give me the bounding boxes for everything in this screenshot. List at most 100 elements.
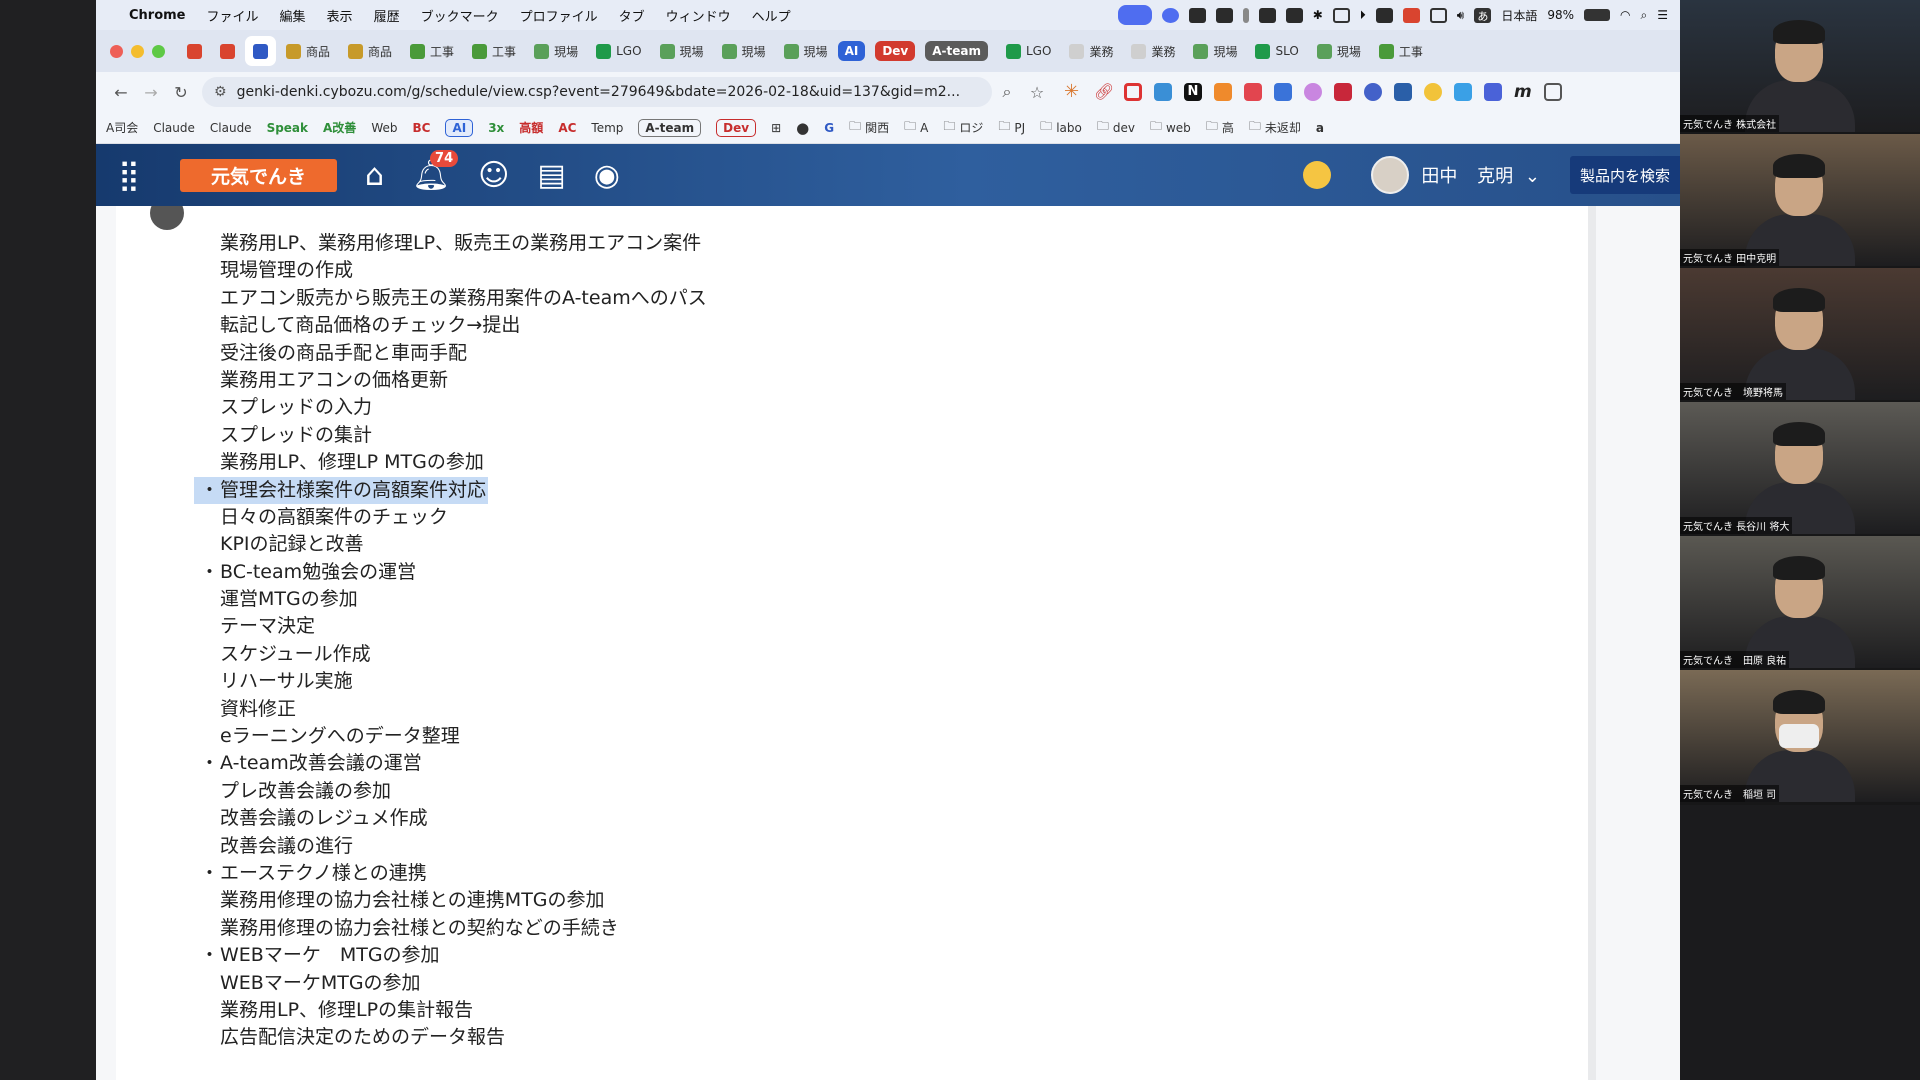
tab-7[interactable]: 現場 bbox=[526, 36, 586, 66]
tab-group-a-team[interactable]: A-team bbox=[925, 41, 988, 61]
tab-group-dev[interactable]: Dev bbox=[875, 41, 916, 61]
tab-group-ai[interactable]: AI bbox=[837, 41, 866, 61]
m-ext-icon[interactable]: m bbox=[1514, 83, 1532, 101]
search-icon[interactable]: ⌕ bbox=[1641, 8, 1648, 23]
bookmark-folder-7[interactable]: 🗀 高 bbox=[1206, 117, 1234, 138]
battery-icon[interactable] bbox=[1584, 9, 1611, 21]
capture-icon[interactable] bbox=[1285, 7, 1303, 23]
link-ext-icon[interactable]: 🔗︎ bbox=[1094, 83, 1114, 101]
amazon-icon[interactable]: a bbox=[1316, 121, 1324, 135]
github-icon[interactable]: ● bbox=[796, 119, 809, 137]
control-center-icon[interactable]: ☰ bbox=[1657, 8, 1668, 22]
tab-after-6[interactable]: 工事 bbox=[1371, 36, 1431, 66]
bookmark-11[interactable]: Temp bbox=[591, 121, 623, 135]
zoom-app-icon[interactable] bbox=[1161, 7, 1179, 23]
compass-ext-icon[interactable] bbox=[1364, 83, 1382, 101]
arrow-icon[interactable] bbox=[1242, 7, 1249, 23]
bookmark-12[interactable]: A-team bbox=[638, 118, 702, 137]
tab-0[interactable] bbox=[179, 36, 210, 66]
tab-6[interactable]: 工事 bbox=[464, 36, 524, 66]
bookmark-ext-icon[interactable] bbox=[1454, 83, 1472, 101]
status-sun-icon[interactable] bbox=[1303, 161, 1332, 189]
tab-2[interactable] bbox=[245, 36, 276, 66]
bookmark-folder-2[interactable]: 🗀 ロジ bbox=[943, 117, 983, 138]
puzzle-ext-icon[interactable] bbox=[1544, 83, 1562, 101]
bluetooth-icon[interactable]: ✱ bbox=[1313, 8, 1323, 22]
yellow-ext-icon[interactable] bbox=[1424, 83, 1442, 101]
minimize-window-icon[interactable] bbox=[131, 44, 144, 58]
menu-item-tab[interactable]: タブ bbox=[619, 6, 645, 25]
bookmark-4[interactable]: A改善 bbox=[323, 119, 356, 136]
drive-icon[interactable] bbox=[1258, 7, 1276, 23]
user-name[interactable]: 田中 克明 ⌄ bbox=[1421, 162, 1540, 188]
tab-after-0[interactable]: LGO bbox=[998, 36, 1059, 66]
participant-tile[interactable]: 元気でんき 長谷川 将大 bbox=[1680, 402, 1920, 534]
back-icon[interactable]: ← bbox=[106, 83, 136, 102]
participant-tile[interactable]: 元気でんき 株式会社 bbox=[1680, 0, 1920, 132]
home-icon[interactable]: ⌂ bbox=[365, 158, 384, 193]
reload-icon[interactable]: ↻ bbox=[166, 83, 196, 102]
flag-ext-icon[interactable] bbox=[1244, 83, 1262, 101]
task-ext-icon[interactable] bbox=[1484, 83, 1502, 101]
bookmark-3[interactable]: Speak bbox=[267, 121, 308, 135]
menu-item-chrome[interactable]: Chrome bbox=[129, 8, 186, 23]
bookmark-7[interactable]: AI bbox=[445, 118, 474, 137]
menu-item-history[interactable]: 履歴 bbox=[374, 6, 400, 25]
url-bar[interactable]: ⚙ genki-denki.cybozu.com/g/schedule/view… bbox=[202, 77, 992, 107]
bookmark-8[interactable]: 3x bbox=[488, 121, 504, 135]
tab-4[interactable]: 商品 bbox=[340, 36, 400, 66]
bookmark-1[interactable]: Claude bbox=[153, 121, 195, 135]
g-bookmark-icon[interactable]: G bbox=[824, 121, 834, 135]
bookmark-9[interactable]: 高額 bbox=[519, 119, 543, 136]
tab-1[interactable] bbox=[212, 36, 243, 66]
bookmark-folder-5[interactable]: 🗀 dev bbox=[1097, 117, 1135, 138]
app-menu-grid-icon[interactable]: ⣿ bbox=[118, 158, 140, 193]
participant-tile[interactable]: 元気でんき 稲垣 司 bbox=[1680, 670, 1920, 802]
tab-5[interactable]: 工事 bbox=[402, 36, 462, 66]
tab-11[interactable]: 現場 bbox=[776, 36, 836, 66]
screen-share-icon[interactable] bbox=[1117, 5, 1152, 25]
menu-item-edit[interactable]: 編集 bbox=[280, 6, 306, 25]
bookmark-folder-3[interactable]: 🗀 PJ bbox=[998, 117, 1025, 138]
bookmark-folder-6[interactable]: 🗀 web bbox=[1150, 117, 1191, 138]
bookmark-0[interactable]: A司会 bbox=[106, 119, 138, 136]
ghost-ext-icon[interactable] bbox=[1304, 83, 1322, 101]
product-search-button[interactable]: 製品内を検索 bbox=[1569, 156, 1680, 194]
layout-icon[interactable]: ▤ bbox=[537, 158, 565, 193]
zoom-lens-icon[interactable]: ⌕ bbox=[992, 82, 1022, 102]
volume-icon[interactable]: 🔊︎ bbox=[1457, 8, 1465, 23]
input-method-icon[interactable]: あ bbox=[1474, 7, 1492, 23]
menu-item-bookmarks[interactable]: ブックマーク bbox=[421, 6, 499, 25]
bookmark-6[interactable]: BC bbox=[412, 121, 430, 135]
play-icon[interactable]: ⏵ bbox=[1360, 8, 1366, 23]
tab-9[interactable]: 現場 bbox=[652, 36, 712, 66]
menu-item-profile[interactable]: プロファイル bbox=[520, 6, 598, 25]
apps-grid-icon[interactable]: ⊞ bbox=[771, 121, 781, 135]
smiley-icon[interactable]: ☺ bbox=[478, 158, 509, 193]
zoom-window-icon[interactable] bbox=[152, 44, 165, 58]
display-icon[interactable] bbox=[1429, 7, 1447, 23]
input-method-label[interactable]: 日本語 bbox=[1501, 7, 1537, 24]
bookmark-2[interactable]: Claude bbox=[210, 121, 252, 135]
claude-ext-icon[interactable]: ✳ bbox=[1064, 83, 1082, 101]
participant-tile[interactable]: 元気でんき 境野将馬 bbox=[1680, 268, 1920, 400]
window-icon[interactable] bbox=[1332, 7, 1350, 23]
dropbox-icon[interactable] bbox=[1188, 7, 1206, 23]
edit-app-icon[interactable] bbox=[1215, 7, 1233, 23]
company-logo[interactable]: 元気でんき bbox=[179, 158, 337, 192]
bookmark-folder-1[interactable]: 🗀 A bbox=[904, 117, 928, 138]
grid-ext-icon[interactable] bbox=[1154, 83, 1172, 101]
tab-3[interactable]: 商品 bbox=[278, 36, 338, 66]
wifi-icon[interactable]: ◠ bbox=[1620, 8, 1630, 22]
monitor-ext-icon[interactable] bbox=[1394, 83, 1412, 101]
menu-item-window[interactable]: ウィンドウ bbox=[666, 6, 731, 25]
menu-item-file[interactable]: ファイル bbox=[207, 6, 259, 25]
bookmark-5[interactable]: Web bbox=[371, 121, 397, 135]
bookmark-folder-0[interactable]: 🗀 関西 bbox=[849, 117, 889, 138]
tab-after-1[interactable]: 業務 bbox=[1061, 36, 1121, 66]
check-ext-icon[interactable] bbox=[1274, 83, 1292, 101]
participant-tile[interactable]: 元気でんき 田中克明 bbox=[1680, 134, 1920, 266]
tab-after-4[interactable]: SLO bbox=[1247, 36, 1306, 66]
tab-10[interactable]: 現場 bbox=[714, 36, 774, 66]
notification-bell-icon[interactable]: 🔔︎ 74 bbox=[412, 149, 459, 193]
